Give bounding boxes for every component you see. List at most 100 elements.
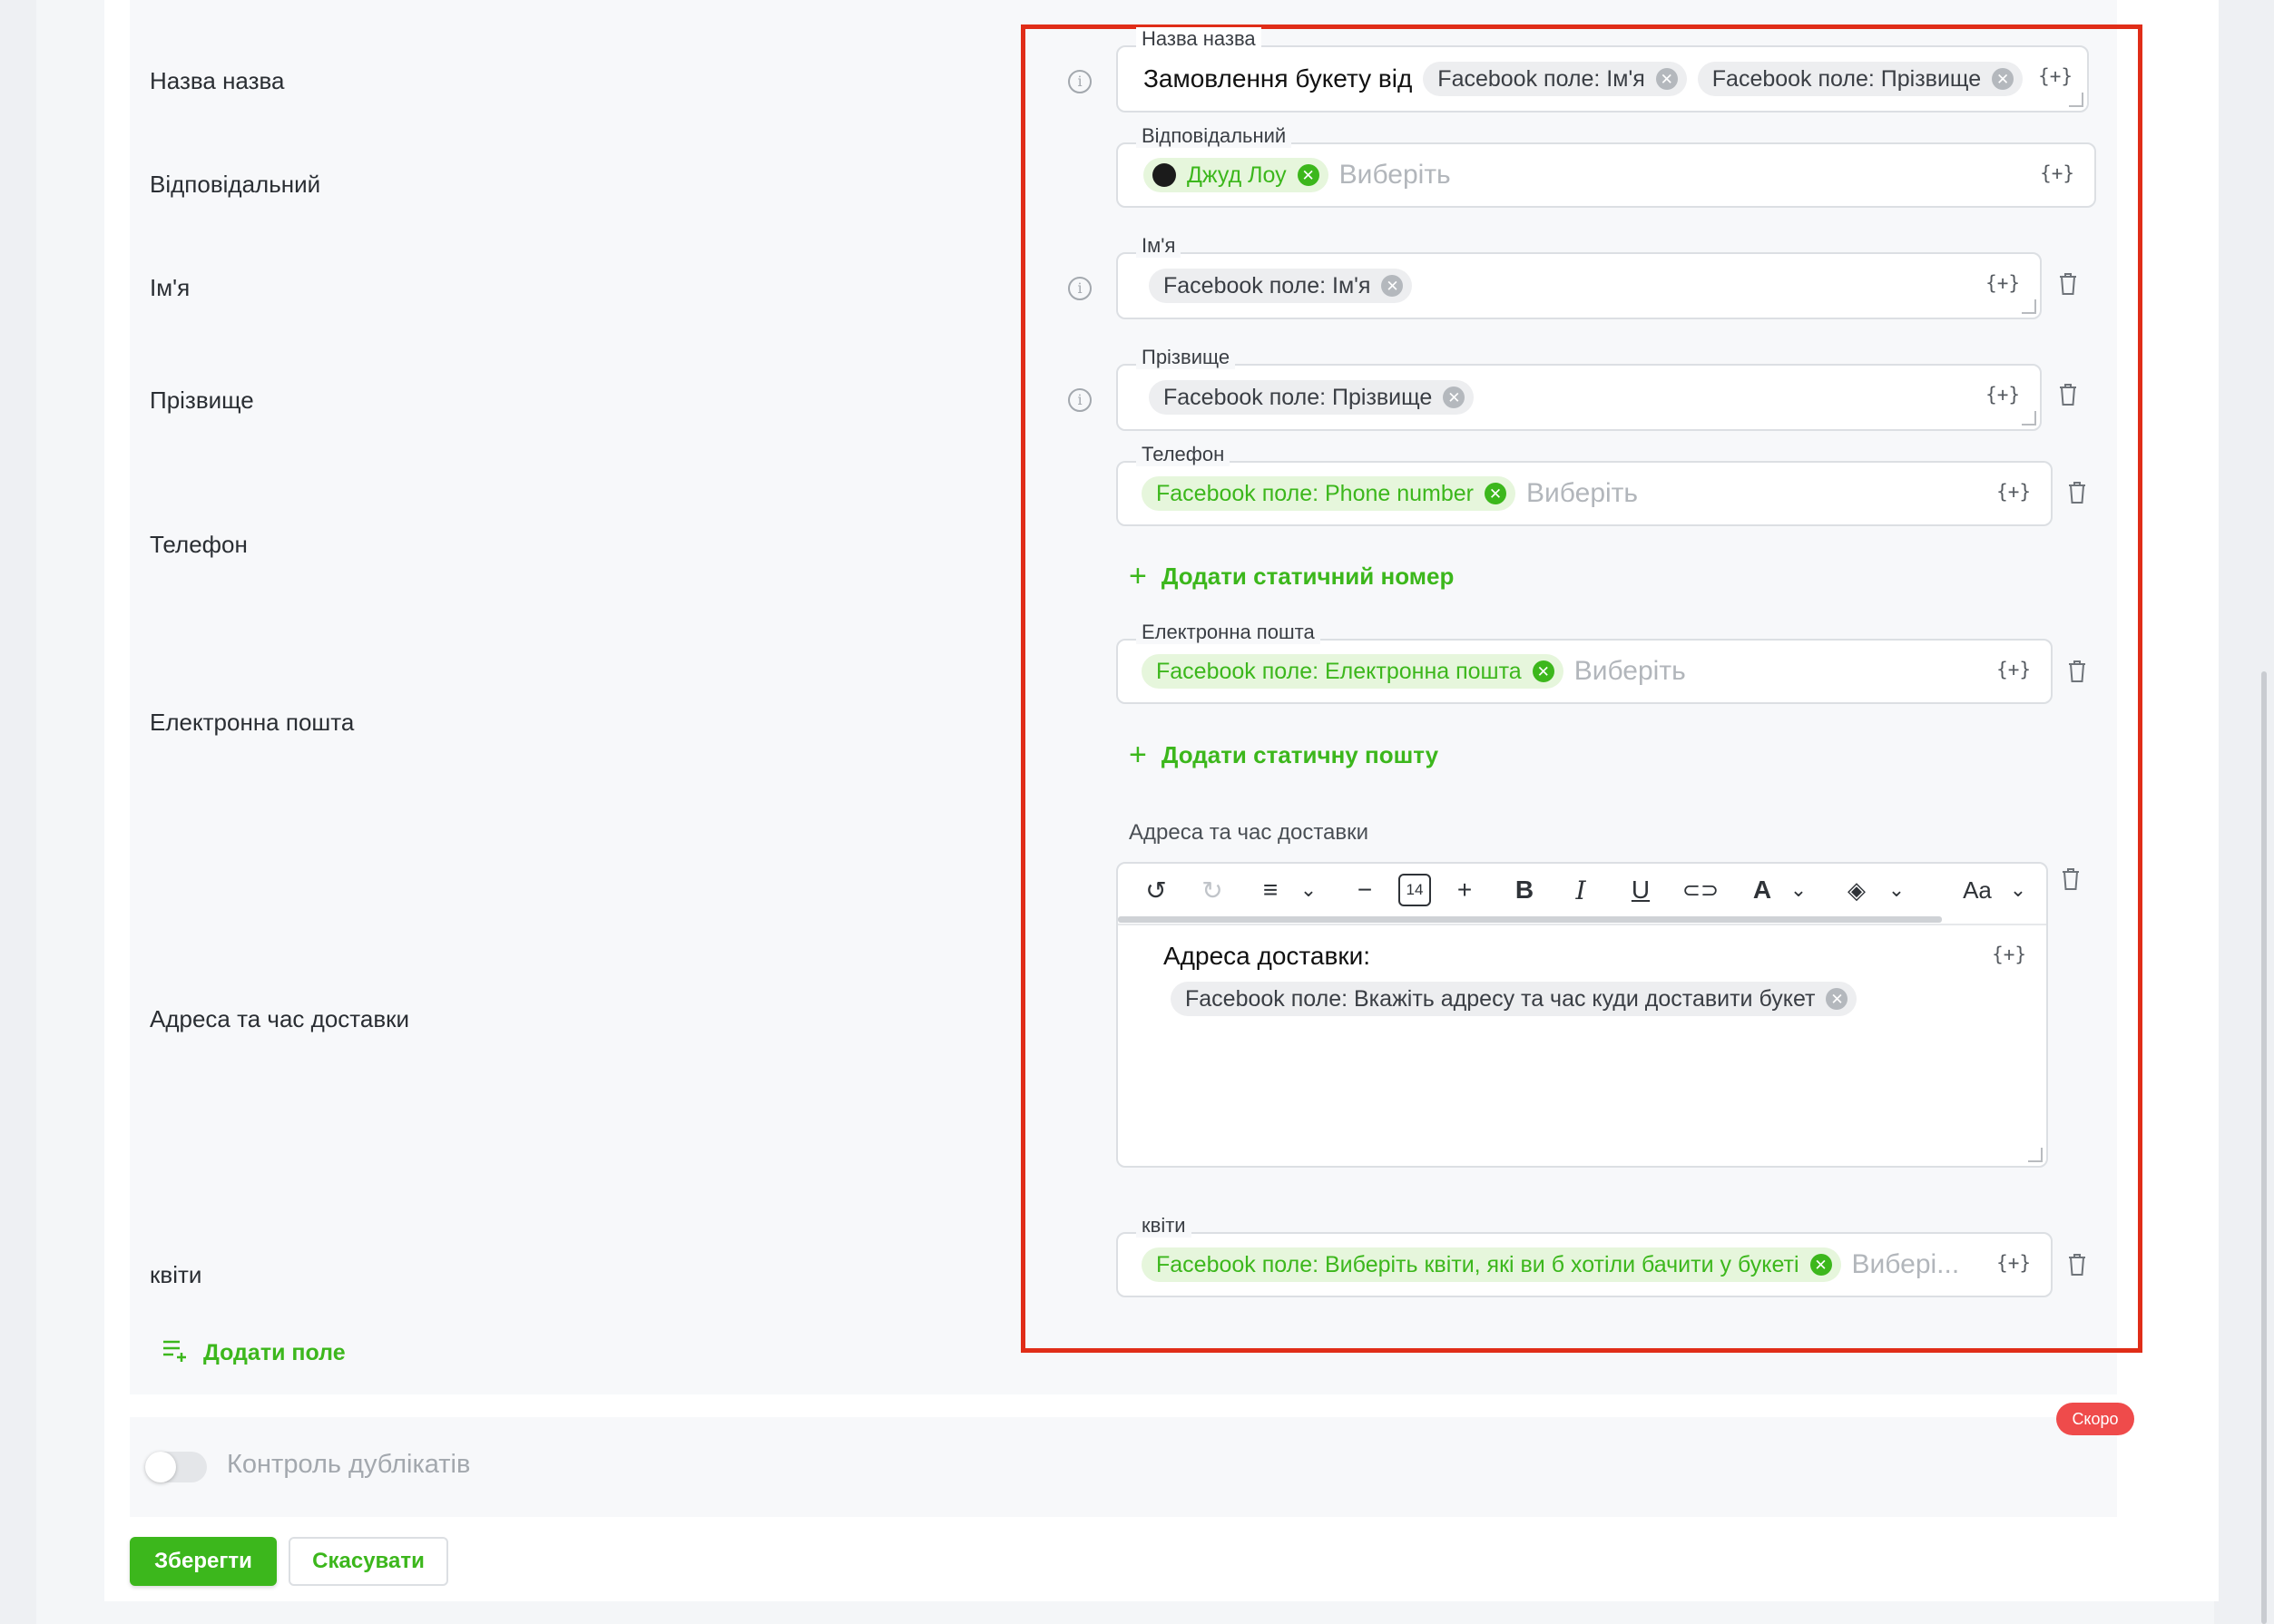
email-field[interactable]: Електронна пошта Facebook поле: Електрон… <box>1116 621 2053 704</box>
font-size-box[interactable]: 14 <box>1392 864 1437 916</box>
avatar <box>1152 163 1176 187</box>
remove-chip-icon[interactable]: ✕ <box>1297 164 1319 186</box>
chip-label: Facebook поле: Прізвище <box>1163 384 1433 410</box>
duplicate-control-toggle[interactable] <box>145 1452 207 1482</box>
responsible-field[interactable]: Відповідальний Джуд Лоу ✕ Виберіть {+} <box>1116 124 2096 208</box>
email-chip: Facebook поле: Електронна пошта ✕ <box>1142 654 1563 689</box>
highlight-color-icon[interactable]: ◈ <box>1837 864 1877 916</box>
first-name-chip: Facebook поле: Ім'я ✕ <box>1149 269 1413 303</box>
row-label-phone: Телефон <box>150 531 248 558</box>
insert-variable-icon[interactable]: {+} <box>1996 481 2031 503</box>
row-label-title: Назва назва <box>150 67 285 94</box>
align-icon[interactable]: ≡ <box>1252 864 1289 916</box>
toolbar-scrollbar[interactable] <box>1118 916 1942 923</box>
increase-font-icon[interactable]: + <box>1446 864 1483 916</box>
add-field-button[interactable]: Додати поле <box>162 1337 346 1369</box>
text-color-icon[interactable]: A <box>1744 864 1780 916</box>
email-placeholder[interactable]: Виберіть <box>1574 656 1686 687</box>
resize-handle[interactable] <box>2022 411 2036 426</box>
page-scrollbar[interactable] <box>2261 671 2267 1624</box>
flowers-field[interactable]: квіти Facebook поле: Виберіть квіти, які… <box>1116 1214 2053 1297</box>
italic-icon[interactable]: I <box>1563 864 1599 916</box>
remove-chip-icon[interactable]: ✕ <box>1485 483 1507 504</box>
address-field-label: Адреса та час доставки <box>1129 820 1369 845</box>
delete-flowers-icon[interactable] <box>2067 1253 2087 1277</box>
responsible-chip: Джуд Лоу ✕ <box>1143 158 1328 192</box>
bold-icon[interactable]: B <box>1506 864 1543 916</box>
resize-handle[interactable] <box>2028 1148 2043 1162</box>
decrease-font-icon[interactable]: − <box>1347 864 1383 916</box>
delete-last-name-icon[interactable] <box>2058 383 2078 406</box>
chevron-down-icon[interactable]: ⌄ <box>2000 864 2036 916</box>
info-icon[interactable]: i <box>1068 388 1092 412</box>
phone-field[interactable]: Телефон Facebook поле: Phone number ✕ Ви… <box>1116 443 2053 526</box>
add-static-phone-link[interactable]: + Додати статичний номер <box>1129 561 1454 592</box>
info-icon[interactable]: i <box>1068 70 1092 93</box>
responsible-placeholder[interactable]: Виберіть <box>1339 160 1451 191</box>
insert-variable-icon[interactable]: {+} <box>1996 1252 2031 1274</box>
row-label-flowers: квіти <box>150 1261 202 1288</box>
title-field[interactable]: Назва назва Замовлення букету від Facebo… <box>1116 27 2089 113</box>
remove-chip-icon[interactable]: ✕ <box>1532 660 1554 682</box>
phone-placeholder[interactable]: Виберіть <box>1526 478 1638 509</box>
chip-label: Facebook поле: Ім'я <box>1437 65 1645 92</box>
editor-toolbar: ↺ ↻ ≡ ⌄ − 14 + B I U ⊂⊃ A ⌄ ◈ ⌄ Aa ⌄ <box>1118 864 2046 925</box>
remove-chip-icon[interactable]: ✕ <box>1443 386 1465 408</box>
chip-label: Facebook поле: Виберіть квіти, які ви б … <box>1156 1251 1799 1277</box>
text-style-icon[interactable]: Aa <box>1956 864 1998 916</box>
toggle-knob <box>145 1452 176 1482</box>
flowers-chip: Facebook поле: Виберіть квіти, які ви б … <box>1142 1247 1841 1282</box>
remove-chip-icon[interactable]: ✕ <box>1826 988 1848 1010</box>
insert-variable-icon[interactable]: {+} <box>2038 65 2073 87</box>
first-name-field[interactable]: Ім'я Facebook поле: Ім'я ✕ {+} <box>1116 234 2042 319</box>
title-chip-first-name: Facebook поле: Ім'я ✕ <box>1423 62 1687 96</box>
delete-phone-icon[interactable] <box>2067 481 2087 504</box>
add-static-email-link[interactable]: + Додати статичну пошту <box>1129 739 1438 770</box>
font-size-value: 14 <box>1397 874 1432 906</box>
add-static-phone-label: Додати статичний номер <box>1161 562 1455 590</box>
row-label-address: Адреса та час доставки <box>150 1005 410 1032</box>
resize-handle[interactable] <box>2069 93 2083 107</box>
row-label-first-name: Ім'я <box>150 274 191 301</box>
flowers-placeholder[interactable]: Вибері... <box>1852 1249 1960 1280</box>
chip-label: Facebook поле: Phone number <box>1156 480 1475 506</box>
delete-address-icon[interactable] <box>2061 867 2081 891</box>
remove-chip-icon[interactable]: ✕ <box>1992 68 2014 90</box>
add-field-label: Додати поле <box>203 1340 346 1365</box>
chevron-down-icon[interactable]: ⌄ <box>1780 864 1817 916</box>
address-chip: Facebook поле: Вкажіть адресу та час куд… <box>1171 982 1857 1016</box>
chip-label: Facebook поле: Вкажіть адресу та час куд… <box>1185 985 1816 1012</box>
chip-label: Facebook поле: Електронна пошта <box>1156 658 1522 684</box>
underline-icon[interactable]: U <box>1622 864 1659 916</box>
info-icon[interactable]: i <box>1068 277 1092 300</box>
chevron-down-icon[interactable]: ⌄ <box>1290 864 1327 916</box>
insert-variable-icon[interactable]: {+} <box>1985 272 2020 294</box>
address-rich-editor[interactable]: ↺ ↻ ≡ ⌄ − 14 + B I U ⊂⊃ A ⌄ ◈ ⌄ Aa ⌄ Адр… <box>1116 862 2048 1168</box>
last-name-field[interactable]: Прізвище Facebook поле: Прізвище ✕ {+} <box>1116 346 2042 431</box>
resize-handle[interactable] <box>2022 299 2036 314</box>
insert-variable-icon[interactable]: {+} <box>1992 944 2026 965</box>
delete-email-icon[interactable] <box>2067 660 2087 683</box>
plus-icon: + <box>1129 559 1147 593</box>
title-static-text: Замовлення букету від <box>1143 64 1413 93</box>
chevron-down-icon[interactable]: ⌄ <box>1878 864 1915 916</box>
redo-icon[interactable]: ↻ <box>1192 864 1232 916</box>
delete-first-name-icon[interactable] <box>2058 272 2078 296</box>
chip-label: Facebook поле: Ім'я <box>1163 272 1371 298</box>
remove-chip-icon[interactable]: ✕ <box>1381 275 1404 297</box>
duplicate-control-label: Контроль дублікатів <box>227 1450 471 1479</box>
save-button[interactable]: Зберегти <box>130 1537 277 1586</box>
link-icon[interactable]: ⊂⊃ <box>1681 864 1720 916</box>
soon-badge: Скоро <box>2056 1403 2134 1435</box>
undo-icon[interactable]: ↺ <box>1136 864 1176 916</box>
row-label-email: Електронна пошта <box>150 709 355 736</box>
insert-variable-icon[interactable]: {+} <box>1985 384 2020 406</box>
remove-chip-icon[interactable]: ✕ <box>1809 1254 1832 1276</box>
cancel-button[interactable]: Скасувати <box>289 1537 448 1586</box>
title-chip-last-name: Facebook поле: Прізвище ✕ <box>1697 62 2024 96</box>
insert-variable-icon[interactable]: {+} <box>2040 162 2074 184</box>
add-field-icon <box>162 1337 189 1369</box>
insert-variable-icon[interactable]: {+} <box>1996 659 2031 680</box>
remove-chip-icon[interactable]: ✕ <box>1655 68 1678 90</box>
add-static-email-label: Додати статичну пошту <box>1161 740 1439 768</box>
